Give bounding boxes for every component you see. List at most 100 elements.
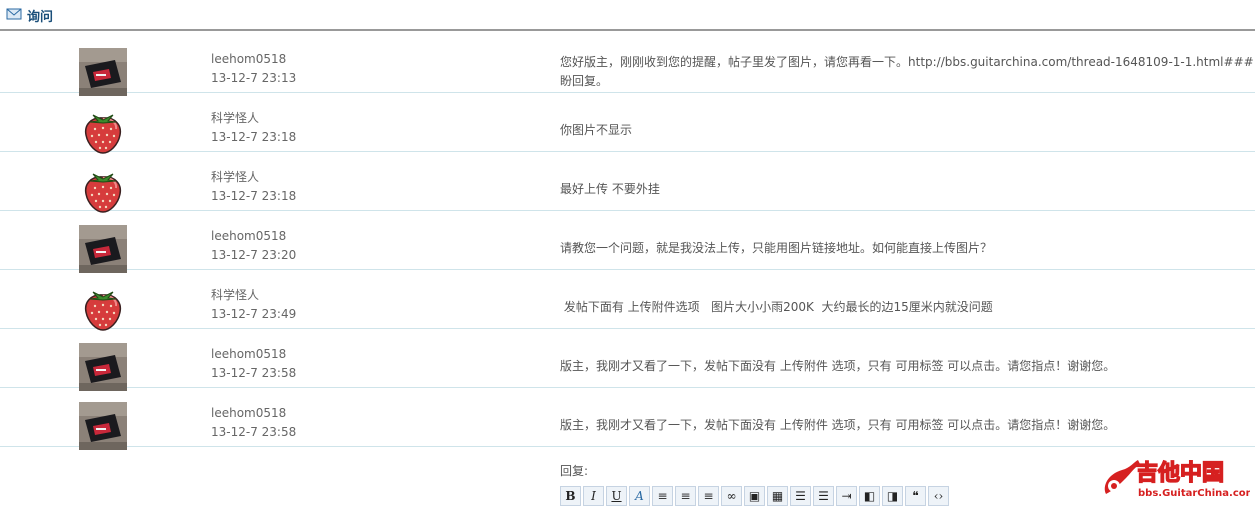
quote-button[interactable]: ❝ bbox=[905, 486, 926, 506]
username-link[interactable]: leehom0518 bbox=[211, 50, 296, 69]
align-left-icon: ≡ bbox=[657, 489, 668, 503]
message-line: 请教您一个问题，就是我没法上传，只能用图片链接地址。如何能直接上传图片？ bbox=[560, 241, 993, 255]
username-link[interactable]: leehom0518 bbox=[211, 404, 296, 423]
message-text: 版主，我刚才又看了一下，发帖下面没有 上传附件 选项，只有 可用标签 可以点击。… bbox=[560, 357, 1115, 376]
username-link[interactable]: 科学怪人 bbox=[211, 286, 296, 305]
timestamp: 13-12-7 23:20 bbox=[211, 248, 297, 262]
align-center-icon: ≡ bbox=[680, 489, 691, 503]
italic-button[interactable]: I bbox=[583, 486, 604, 506]
user-photo-avatar bbox=[79, 225, 127, 273]
message-row: leehom0518 13-12-7 23:13 您好版主，刚刚收到您的提醒，帖子里… bbox=[0, 34, 1255, 96]
message-row: 科学怪人 13-12-7 23:49 发帖下面有 上传附件选项 图片大小小雨200… bbox=[0, 270, 1255, 332]
guitarchina-logo: 吉他中国 bbs.GuitarChina.com bbox=[1104, 459, 1250, 499]
italic-icon: I bbox=[591, 489, 596, 503]
message-text: 发帖下面有 上传附件选项 图片大小小雨200K 大约最长的边15厘米内就没问题 bbox=[560, 298, 993, 317]
image-button[interactable]: ▣ bbox=[744, 486, 765, 506]
float-right-icon: ◨ bbox=[886, 489, 899, 503]
message-text: 请教您一个问题，就是我没法上传，只能用图片链接地址。如何能直接上传图片？ bbox=[560, 239, 992, 258]
underline-button[interactable]: U bbox=[606, 486, 627, 506]
message-meta: leehom0518 13-12-7 23:20 bbox=[211, 227, 296, 265]
message-text: 版主，我刚才又看了一下，发帖下面没有 上传附件 选项，只有 可用标签 可以点击。… bbox=[560, 416, 1115, 435]
message-meta: leehom0518 13-12-7 23:58 bbox=[211, 404, 296, 442]
timestamp: 13-12-7 23:58 bbox=[211, 366, 297, 380]
align-center-button[interactable]: ≡ bbox=[675, 486, 696, 506]
username-link[interactable]: 科学怪人 bbox=[211, 109, 296, 128]
message-line: 你图片不显示 bbox=[560, 123, 633, 137]
font-color-button[interactable]: A bbox=[629, 486, 650, 506]
timestamp: 13-12-7 23:58 bbox=[211, 425, 297, 439]
indent-icon: ⇥ bbox=[841, 489, 852, 503]
avatar[interactable] bbox=[79, 107, 127, 155]
message-meta: leehom0518 13-12-7 23:58 bbox=[211, 345, 296, 383]
unordered-list-icon: ☰ bbox=[818, 489, 829, 503]
username-link[interactable]: leehom0518 bbox=[211, 345, 296, 364]
message-line: 发帖下面有 上传附件选项 图片大小小雨200K 大约最长的边15厘米内就没问题 bbox=[560, 300, 993, 314]
svg-text:bbs.GuitarChina.com: bbs.GuitarChina.com bbox=[1138, 488, 1250, 499]
ordered-list-button[interactable]: ☰ bbox=[790, 486, 811, 506]
message-meta: 科学怪人 13-12-7 23:18 bbox=[211, 109, 296, 147]
message-row: leehom0518 13-12-7 23:20 请教您一个问题，就是我没法上传，只… bbox=[0, 211, 1255, 273]
user-photo-avatar bbox=[79, 343, 127, 391]
underline-icon: U bbox=[611, 489, 622, 503]
align-left-button[interactable]: ≡ bbox=[652, 486, 673, 506]
message-line: 您好版主，刚刚收到您的提醒，帖子里发了图片，请您再看一下。http://bbs.… bbox=[560, 55, 1254, 69]
attach-image-button[interactable]: ▦ bbox=[767, 486, 788, 506]
timestamp: 13-12-7 23:18 bbox=[211, 189, 297, 203]
reply-area: 回复: B I U A ≡ ≡ ≡ ∞ ▣ ▦ ☰ ☰ ⇥ ◧ ◨ ❝ ‹› bbox=[560, 462, 949, 506]
message-row: 科学怪人 13-12-7 23:18 最好上传 不要外挂 bbox=[0, 152, 1255, 214]
message-line: 版主，我刚才又看了一下，发帖下面没有 上传附件 选项，只有 可用标签 可以点击。… bbox=[560, 418, 1116, 432]
message-line: 盼回复。 bbox=[560, 74, 609, 88]
code-button[interactable]: ‹› bbox=[928, 486, 949, 506]
align-right-button[interactable]: ≡ bbox=[698, 486, 719, 506]
reply-label: 回复: bbox=[560, 464, 589, 478]
strawberry-avatar-icon bbox=[84, 114, 122, 154]
indent-button[interactable]: ⇥ bbox=[836, 486, 857, 506]
strawberry-avatar-icon bbox=[84, 291, 122, 331]
envelope-icon bbox=[6, 8, 22, 20]
unordered-list-button[interactable]: ☰ bbox=[813, 486, 834, 506]
page-title: 询问 bbox=[27, 10, 54, 25]
attach-image-icon: ▦ bbox=[771, 489, 784, 503]
message-line: 最好上传 不要外挂 bbox=[560, 182, 660, 196]
svg-text:吉他中国: 吉他中国 bbox=[1136, 460, 1224, 486]
message-meta: leehom0518 13-12-7 23:13 bbox=[211, 50, 296, 88]
bold-button[interactable]: B bbox=[560, 486, 581, 506]
quote-icon: ❝ bbox=[912, 489, 919, 503]
timestamp: 13-12-7 23:18 bbox=[211, 130, 297, 144]
message-meta: 科学怪人 13-12-7 23:18 bbox=[211, 168, 296, 206]
link-button[interactable]: ∞ bbox=[721, 486, 742, 506]
message-row: leehom0518 13-12-7 23:58 版主，我刚才又看了一下，发帖下面没… bbox=[0, 388, 1255, 450]
user-photo-avatar bbox=[79, 48, 127, 96]
bold-icon: B bbox=[565, 489, 576, 503]
message-line: 版主，我刚才又看了一下，发帖下面没有 上传附件 选项，只有 可用标签 可以点击。… bbox=[560, 359, 1116, 373]
avatar[interactable] bbox=[79, 343, 127, 391]
message-row: leehom0518 13-12-7 23:58 版主，我刚才又看了一下，发帖下面没… bbox=[0, 329, 1255, 391]
username-link[interactable]: leehom0518 bbox=[211, 227, 296, 246]
avatar[interactable] bbox=[79, 166, 127, 214]
message-meta: 科学怪人 13-12-7 23:49 bbox=[211, 286, 296, 324]
float-left-button[interactable]: ◧ bbox=[859, 486, 880, 506]
message-list: leehom0518 13-12-7 23:13 您好版主，刚刚收到您的提醒，帖子里… bbox=[0, 34, 1255, 450]
link-icon: ∞ bbox=[726, 489, 737, 503]
timestamp: 13-12-7 23:49 bbox=[211, 307, 297, 321]
page-header: 询问 bbox=[0, 0, 1255, 31]
align-right-icon: ≡ bbox=[703, 489, 714, 503]
ordered-list-icon: ☰ bbox=[795, 489, 806, 503]
username-link[interactable]: 科学怪人 bbox=[211, 168, 296, 187]
font-color-icon: A bbox=[635, 489, 644, 503]
avatar[interactable] bbox=[79, 402, 127, 450]
avatar[interactable] bbox=[79, 48, 127, 96]
code-icon: ‹› bbox=[933, 489, 944, 503]
timestamp: 13-12-7 23:13 bbox=[211, 71, 297, 85]
editor-toolbar: B I U A ≡ ≡ ≡ ∞ ▣ ▦ ☰ ☰ ⇥ ◧ ◨ ❝ ‹› bbox=[560, 486, 949, 506]
image-icon: ▣ bbox=[748, 489, 761, 503]
message-row: 科学怪人 13-12-7 23:18 你图片不显示 bbox=[0, 93, 1255, 155]
avatar[interactable] bbox=[79, 225, 127, 273]
avatar[interactable] bbox=[79, 284, 127, 332]
float-left-icon: ◧ bbox=[863, 489, 876, 503]
strawberry-avatar-icon bbox=[84, 173, 122, 213]
message-text: 您好版主，刚刚收到您的提醒，帖子里发了图片，请您再看一下。http://bbs.… bbox=[560, 53, 1254, 91]
message-text: 你图片不显示 bbox=[560, 121, 632, 140]
float-right-button[interactable]: ◨ bbox=[882, 486, 903, 506]
user-photo-avatar bbox=[79, 402, 127, 450]
